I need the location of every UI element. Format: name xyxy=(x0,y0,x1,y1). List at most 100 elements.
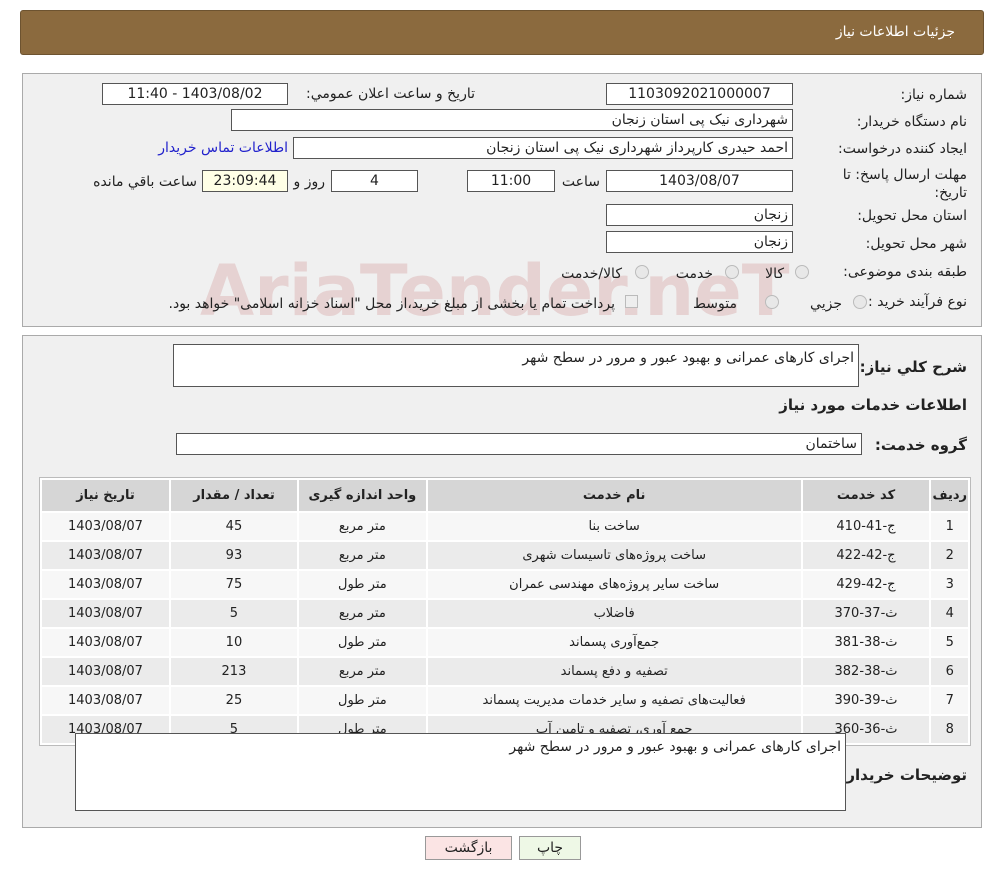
process-radio-medium[interactable] xyxy=(765,295,779,309)
need-number-field: 1103092021000007 xyxy=(606,83,793,105)
table-cell: 1403/08/07 xyxy=(40,511,171,542)
services-title: اطلاعات خدمات مورد نياز xyxy=(779,396,967,414)
table-cell: ث-39-390 xyxy=(800,685,932,716)
table-cell: متر مربع xyxy=(296,540,428,571)
services-table-wrap: رديف کد خدمت نام خدمت واحد اندازه گيری تعداد… xyxy=(39,477,971,746)
table-row: 4 ث-37-370 فاضلاب متر مربع 5 1403/08/07 xyxy=(40,598,970,629)
table-cell: 1 xyxy=(929,511,970,542)
column-header: تعداد / مقدار xyxy=(168,478,299,513)
table-row: 5 ث-38-381 جمع‌آوری پسماند متر طول 10 1403/08… xyxy=(40,627,970,658)
column-header: کد خدمت xyxy=(800,478,932,513)
table-cell: 4 xyxy=(929,598,970,629)
table-cell: فعالیت‌های تصفیه و سایر خدمات مدیریت پسم… xyxy=(425,685,803,716)
services-table: رديف کد خدمت نام خدمت واحد اندازه گيری تعداد… xyxy=(40,478,970,745)
city-label: شهر محل تحویل: xyxy=(865,236,967,252)
announce-label: تاريخ و ساعت اعلان عمومي: xyxy=(306,86,475,102)
table-cell: 6 xyxy=(929,656,970,687)
summary-label: شرح کلي نياز: xyxy=(859,358,967,376)
process-option-medium: متوسط xyxy=(693,296,737,312)
table-cell: 7 xyxy=(929,685,970,716)
table-row: 3 ج-42-429 ساخت سایر پروژه‌های مهندسی عمرا… xyxy=(40,569,970,600)
table-cell: ث-38-381 xyxy=(800,627,932,658)
table-cell: ساخت بنا xyxy=(425,511,803,542)
category-option-goods: کالا xyxy=(765,266,784,282)
table-cell: تصفیه و دفع پسماند xyxy=(425,656,803,687)
deadline-time-field: 11:00 xyxy=(467,170,555,192)
category-radio-service[interactable] xyxy=(725,265,739,279)
deadline-date-field: 1403/08/07 xyxy=(606,170,793,192)
category-radio-both[interactable] xyxy=(635,265,649,279)
days-label: روز و xyxy=(293,174,326,190)
creator-field: احمد حیدری کارپرداز شهرداری نیک پی استان… xyxy=(293,137,793,159)
group-label: گروه خدمت: xyxy=(874,436,967,454)
category-option-both: کالا/خدمت xyxy=(561,266,622,282)
column-header: رديف xyxy=(929,478,970,513)
category-label: طبقه بندی موضوعی: xyxy=(843,264,967,280)
table-cell: ث-37-370 xyxy=(800,598,932,629)
announce-field: 1403/08/02 - 11:40 xyxy=(102,83,288,105)
process-label: نوع فرآیند خرید : xyxy=(868,294,967,310)
table-header-row: رديف کد خدمت نام خدمت واحد اندازه گيری تعداد… xyxy=(40,478,970,513)
table-cell: 8 xyxy=(929,714,970,745)
table-cell: ج-42-429 xyxy=(800,569,932,600)
table-cell: متر مربع xyxy=(296,511,428,542)
print-button[interactable]: چاپ xyxy=(519,836,581,860)
table-cell: فاضلاب xyxy=(425,598,803,629)
table-row: 1 ج-41-410 ساخت بنا متر مربع 45 1403/08/07 xyxy=(40,511,970,542)
column-header: تاريخ نياز xyxy=(40,478,171,513)
time-label: ساعت xyxy=(561,174,600,190)
buyer-label: نام دستگاه خريدار: xyxy=(856,114,967,130)
table-cell: 1403/08/07 xyxy=(40,627,171,658)
category-option-service: خدمت xyxy=(675,266,713,282)
table-cell: متر طول xyxy=(296,685,428,716)
table-cell: 3 xyxy=(929,569,970,600)
category-radio-goods[interactable] xyxy=(795,265,809,279)
table-cell: 10 xyxy=(168,627,299,658)
table-cell: ساخت پروژه‌های تاسیسات شهری xyxy=(425,540,803,571)
province-label: استان محل تحویل: xyxy=(857,208,967,224)
page-header: جزئيات اطلاعات نياز xyxy=(20,10,984,55)
group-field: ساختمان xyxy=(176,433,862,455)
table-cell: 75 xyxy=(168,569,299,600)
table-cell: 1403/08/07 xyxy=(40,656,171,687)
table-cell: ث-38-382 xyxy=(800,656,932,687)
column-header: واحد اندازه گيری xyxy=(296,478,428,513)
table-cell: 25 xyxy=(168,685,299,716)
table-cell: 1403/08/07 xyxy=(40,685,171,716)
summary-field[interactable]: اجرای کارهای عمرانی و بهبود عبور و مرور … xyxy=(173,344,859,387)
table-cell: جمع‌آوری پسماند xyxy=(425,627,803,658)
process-radio-minor[interactable] xyxy=(853,295,867,309)
remaining-label: ساعت باقي مانده xyxy=(93,174,197,190)
table-cell: 2 xyxy=(929,540,970,571)
table-row: 6 ث-38-382 تصفیه و دفع پسماند متر مربع 213 14… xyxy=(40,656,970,687)
table-cell: ج-42-422 xyxy=(800,540,932,571)
table-cell: 1403/08/07 xyxy=(40,569,171,600)
table-row: 7 ث-39-390 فعالیت‌های تصفیه و سایر خدمات م… xyxy=(40,685,970,716)
deadline-label: مهلت ارسال پاسخ: تا تاریخ: xyxy=(842,167,967,201)
table-cell: 213 xyxy=(168,656,299,687)
contact-info-link[interactable]: اطلاعات تماس خريدار xyxy=(158,140,288,156)
process-option-minor: جزيي xyxy=(810,296,842,312)
table-cell: متر طول xyxy=(296,627,428,658)
column-header: نام خدمت xyxy=(425,478,803,513)
creator-label: ايجاد کننده درخواست: xyxy=(838,141,967,157)
table-cell: 5 xyxy=(929,627,970,658)
city-field: زنجان xyxy=(606,231,793,253)
buyer-field: شهرداری نیک پی استان زنجان xyxy=(231,109,793,131)
table-cell: 1403/08/07 xyxy=(40,598,171,629)
watermark-logo: AriaTender.neT xyxy=(200,250,790,332)
province-field: زنجان xyxy=(606,204,793,226)
back-button[interactable]: بازگشت xyxy=(425,836,512,860)
payment-note: پرداخت تمام يا بخشی از مبلغ خريد،از محل … xyxy=(168,296,615,312)
table-row: 2 ج-42-422 ساخت پروژه‌های تاسیسات شهری متر … xyxy=(40,540,970,571)
buyer-notes-label: توضيحات خريدار: xyxy=(840,766,967,784)
page-title: جزئيات اطلاعات نياز xyxy=(835,24,955,40)
table-cell: متر مربع xyxy=(296,656,428,687)
table-cell: 45 xyxy=(168,511,299,542)
table-cell: 93 xyxy=(168,540,299,571)
treasury-checkbox[interactable] xyxy=(625,295,638,308)
table-cell: متر مربع xyxy=(296,598,428,629)
buyer-notes-field[interactable]: اجرای کارهای عمرانی و بهبود عبور و مرور … xyxy=(75,733,846,811)
table-cell: متر طول xyxy=(296,569,428,600)
table-cell: 5 xyxy=(168,598,299,629)
